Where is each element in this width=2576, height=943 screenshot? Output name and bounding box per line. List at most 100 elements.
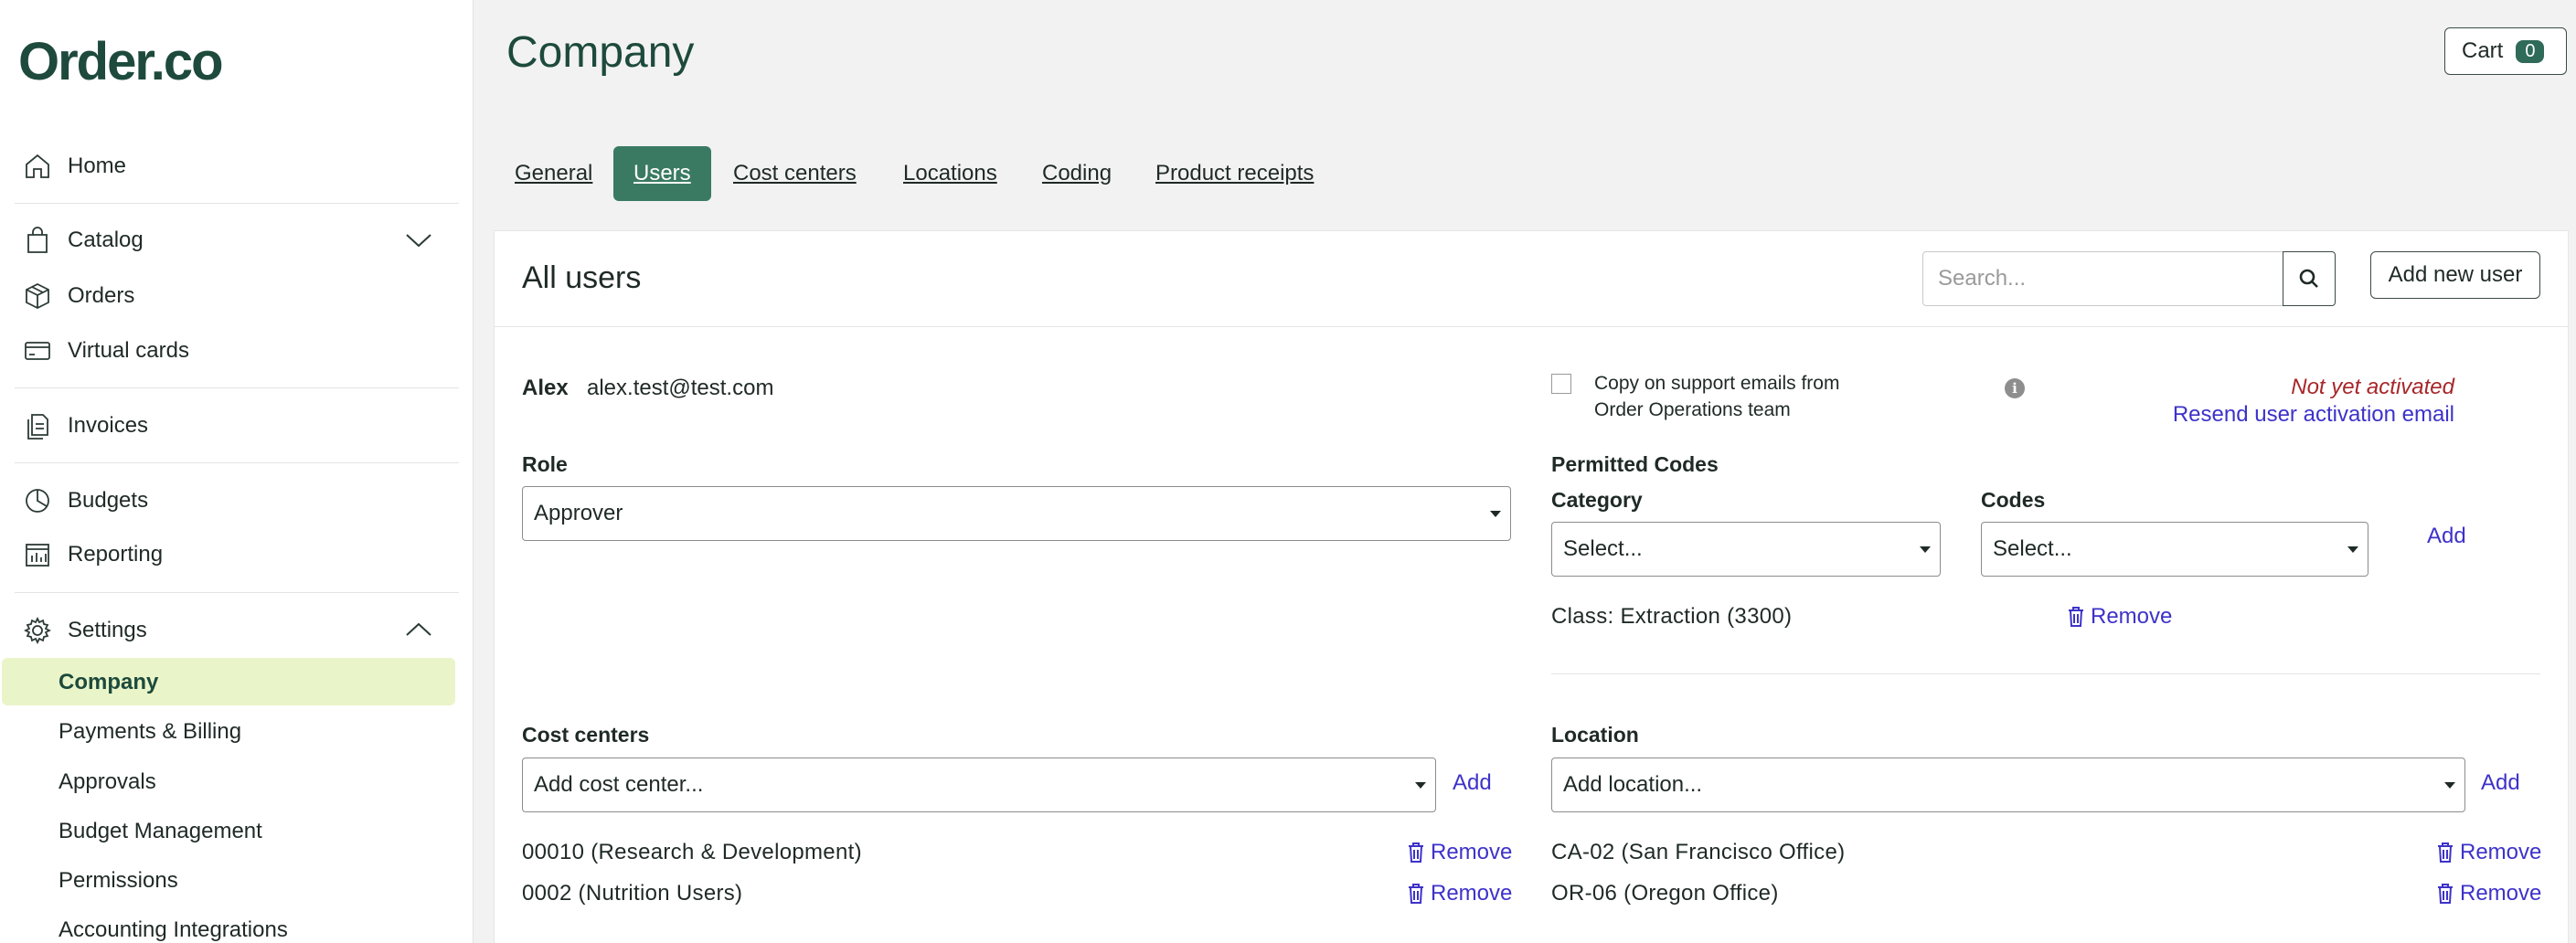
sidebar-sub-item-budget-management[interactable]: Budget Management <box>59 819 262 844</box>
remove-label: Remove <box>2091 604 2173 629</box>
divider <box>1551 673 2540 674</box>
sidebar-sub-item-approvals[interactable]: Approvals <box>59 769 156 795</box>
remove-cost-center-button[interactable]: Remove <box>1407 881 1512 906</box>
category-label: Category <box>1551 488 1643 512</box>
divider <box>15 387 459 388</box>
category-select[interactable]: Select... <box>1551 522 1941 577</box>
info-icon[interactable]: i <box>2005 378 2025 398</box>
sidebar-item-label: Reporting <box>68 542 164 567</box>
divider <box>15 592 459 593</box>
tab-cost-centers[interactable]: Cost centers <box>713 146 877 201</box>
sidebar-item-catalog[interactable]: Catalog <box>22 219 144 261</box>
cart-count-badge: 0 <box>2516 39 2545 63</box>
tab-locations[interactable]: Locations <box>883 146 1017 201</box>
cost-centers-label: Cost centers <box>522 723 650 747</box>
codes-label: Codes <box>1981 488 2046 512</box>
permitted-code-item: Class: Extraction (3300) <box>1551 604 1793 629</box>
sidebar-sub-item-accounting-integrations[interactable]: Accounting Integrations <box>59 917 288 943</box>
remove-permitted-code-button[interactable]: Remove <box>2067 604 2172 630</box>
pie-chart-icon <box>22 485 53 516</box>
trash-icon <box>2438 884 2453 904</box>
sidebar-item-label: Home <box>68 154 127 178</box>
search-button[interactable] <box>2283 251 2336 306</box>
add-location-button[interactable]: Add <box>2481 770 2520 796</box>
cart-button[interactable]: Cart 0 <box>2444 27 2567 75</box>
location-select[interactable]: Add location... <box>1551 758 2465 812</box>
location-placeholder: Add location... <box>1563 772 1703 797</box>
divider <box>495 326 2568 327</box>
role-value: Approver <box>534 501 623 525</box>
caret-down-icon <box>2347 546 2358 553</box>
user-email: alex.test@test.com <box>587 376 774 400</box>
sidebar-sub-item-permissions[interactable]: Permissions <box>59 868 178 894</box>
caret-down-icon <box>1490 511 1501 517</box>
home-icon <box>22 151 53 182</box>
box-icon <box>22 281 53 312</box>
sidebar-item-label: Catalog <box>68 228 144 252</box>
documents-icon <box>22 410 53 441</box>
remove-label: Remove <box>2460 840 2542 864</box>
cost-center-item: 0002 (Nutrition Users) <box>522 881 743 906</box>
remove-location-button[interactable]: Remove <box>2436 840 2541 865</box>
sidebar-sub-item-payments-billing[interactable]: Payments & Billing <box>59 719 241 745</box>
role-label: Role <box>522 452 568 476</box>
codes-value: Select... <box>1993 536 2072 561</box>
tab-product-receipts[interactable]: Product receipts <box>1135 146 1334 201</box>
sidebar-item-budgets[interactable]: Budgets <box>22 480 148 522</box>
sidebar-item-label: Virtual cards <box>68 338 189 363</box>
remove-label: Remove <box>2460 881 2542 906</box>
cost-center-select[interactable]: Add cost center... <box>522 758 1436 812</box>
trash-icon <box>2069 607 2083 627</box>
cart-label: Cart <box>2462 38 2504 63</box>
sidebar-item-virtual-cards[interactable]: Virtual cards <box>22 330 189 372</box>
chevron-down-icon[interactable] <box>403 225 436 258</box>
role-select[interactable]: Approver <box>522 486 1511 541</box>
sidebar-sub-item-label: Company <box>59 670 159 694</box>
bar-chart-icon <box>22 539 53 570</box>
sidebar-item-label: Invoices <box>68 413 149 438</box>
sidebar-item-settings[interactable]: Settings <box>22 609 147 652</box>
sidebar-item-invoices[interactable]: Invoices <box>22 405 148 447</box>
add-new-user-button[interactable]: Add new user <box>2370 251 2540 299</box>
panel-title: All users <box>522 260 642 295</box>
search-input[interactable]: Search... <box>1922 251 2284 306</box>
sidebar-item-label: Orders <box>68 283 135 308</box>
add-cost-center-button[interactable]: Add <box>1453 770 1492 796</box>
search-icon <box>2299 269 2318 288</box>
copy-support-checkbox[interactable] <box>1551 374 1571 394</box>
activation-status: Not yet activated <box>2291 375 2454 399</box>
tab-coding[interactable]: Coding <box>1022 146 1132 201</box>
trash-icon <box>1409 842 1423 863</box>
caret-down-icon <box>1920 546 1931 553</box>
gear-icon <box>22 615 53 646</box>
sidebar-item-home[interactable]: Home <box>22 145 126 187</box>
permitted-codes-label: Permitted Codes <box>1551 452 1719 476</box>
codes-select[interactable]: Select... <box>1981 522 2368 577</box>
users-panel: All users Search... Add new user Alex al… <box>494 230 2569 943</box>
copy-support-label: Copy on support emails from Order Operat… <box>1594 373 1840 420</box>
tab-general[interactable]: General <box>495 146 612 201</box>
cost-center-placeholder: Add cost center... <box>534 772 704 797</box>
remove-label: Remove <box>1431 881 1513 906</box>
add-permitted-code-button[interactable]: Add <box>2427 524 2466 549</box>
remove-label: Remove <box>1431 840 1513 864</box>
caret-down-icon <box>2444 782 2455 789</box>
location-label: Location <box>1551 723 1639 747</box>
order-co-logo[interactable]: Order.co <box>18 31 224 92</box>
chevron-up-icon[interactable] <box>403 614 436 647</box>
resend-activation-link[interactable]: Resend user activation email <box>2173 402 2454 428</box>
card-icon <box>22 335 53 366</box>
category-value: Select... <box>1563 536 1643 561</box>
tab-users[interactable]: Users <box>613 146 711 201</box>
cost-center-item: 00010 (Research & Development) <box>522 840 862 864</box>
remove-cost-center-button[interactable]: Remove <box>1407 840 1512 865</box>
sidebar-item-reporting[interactable]: Reporting <box>22 534 163 576</box>
divider <box>15 462 459 463</box>
sidebar: Order.co Home Catalog Orders Virtual car… <box>0 0 474 943</box>
user-name: Alex <box>522 376 569 400</box>
divider <box>15 203 459 204</box>
remove-location-button[interactable]: Remove <box>2436 881 2541 906</box>
page-title: Company <box>506 28 695 77</box>
sidebar-item-label: Budgets <box>68 488 149 513</box>
sidebar-item-orders[interactable]: Orders <box>22 275 134 317</box>
